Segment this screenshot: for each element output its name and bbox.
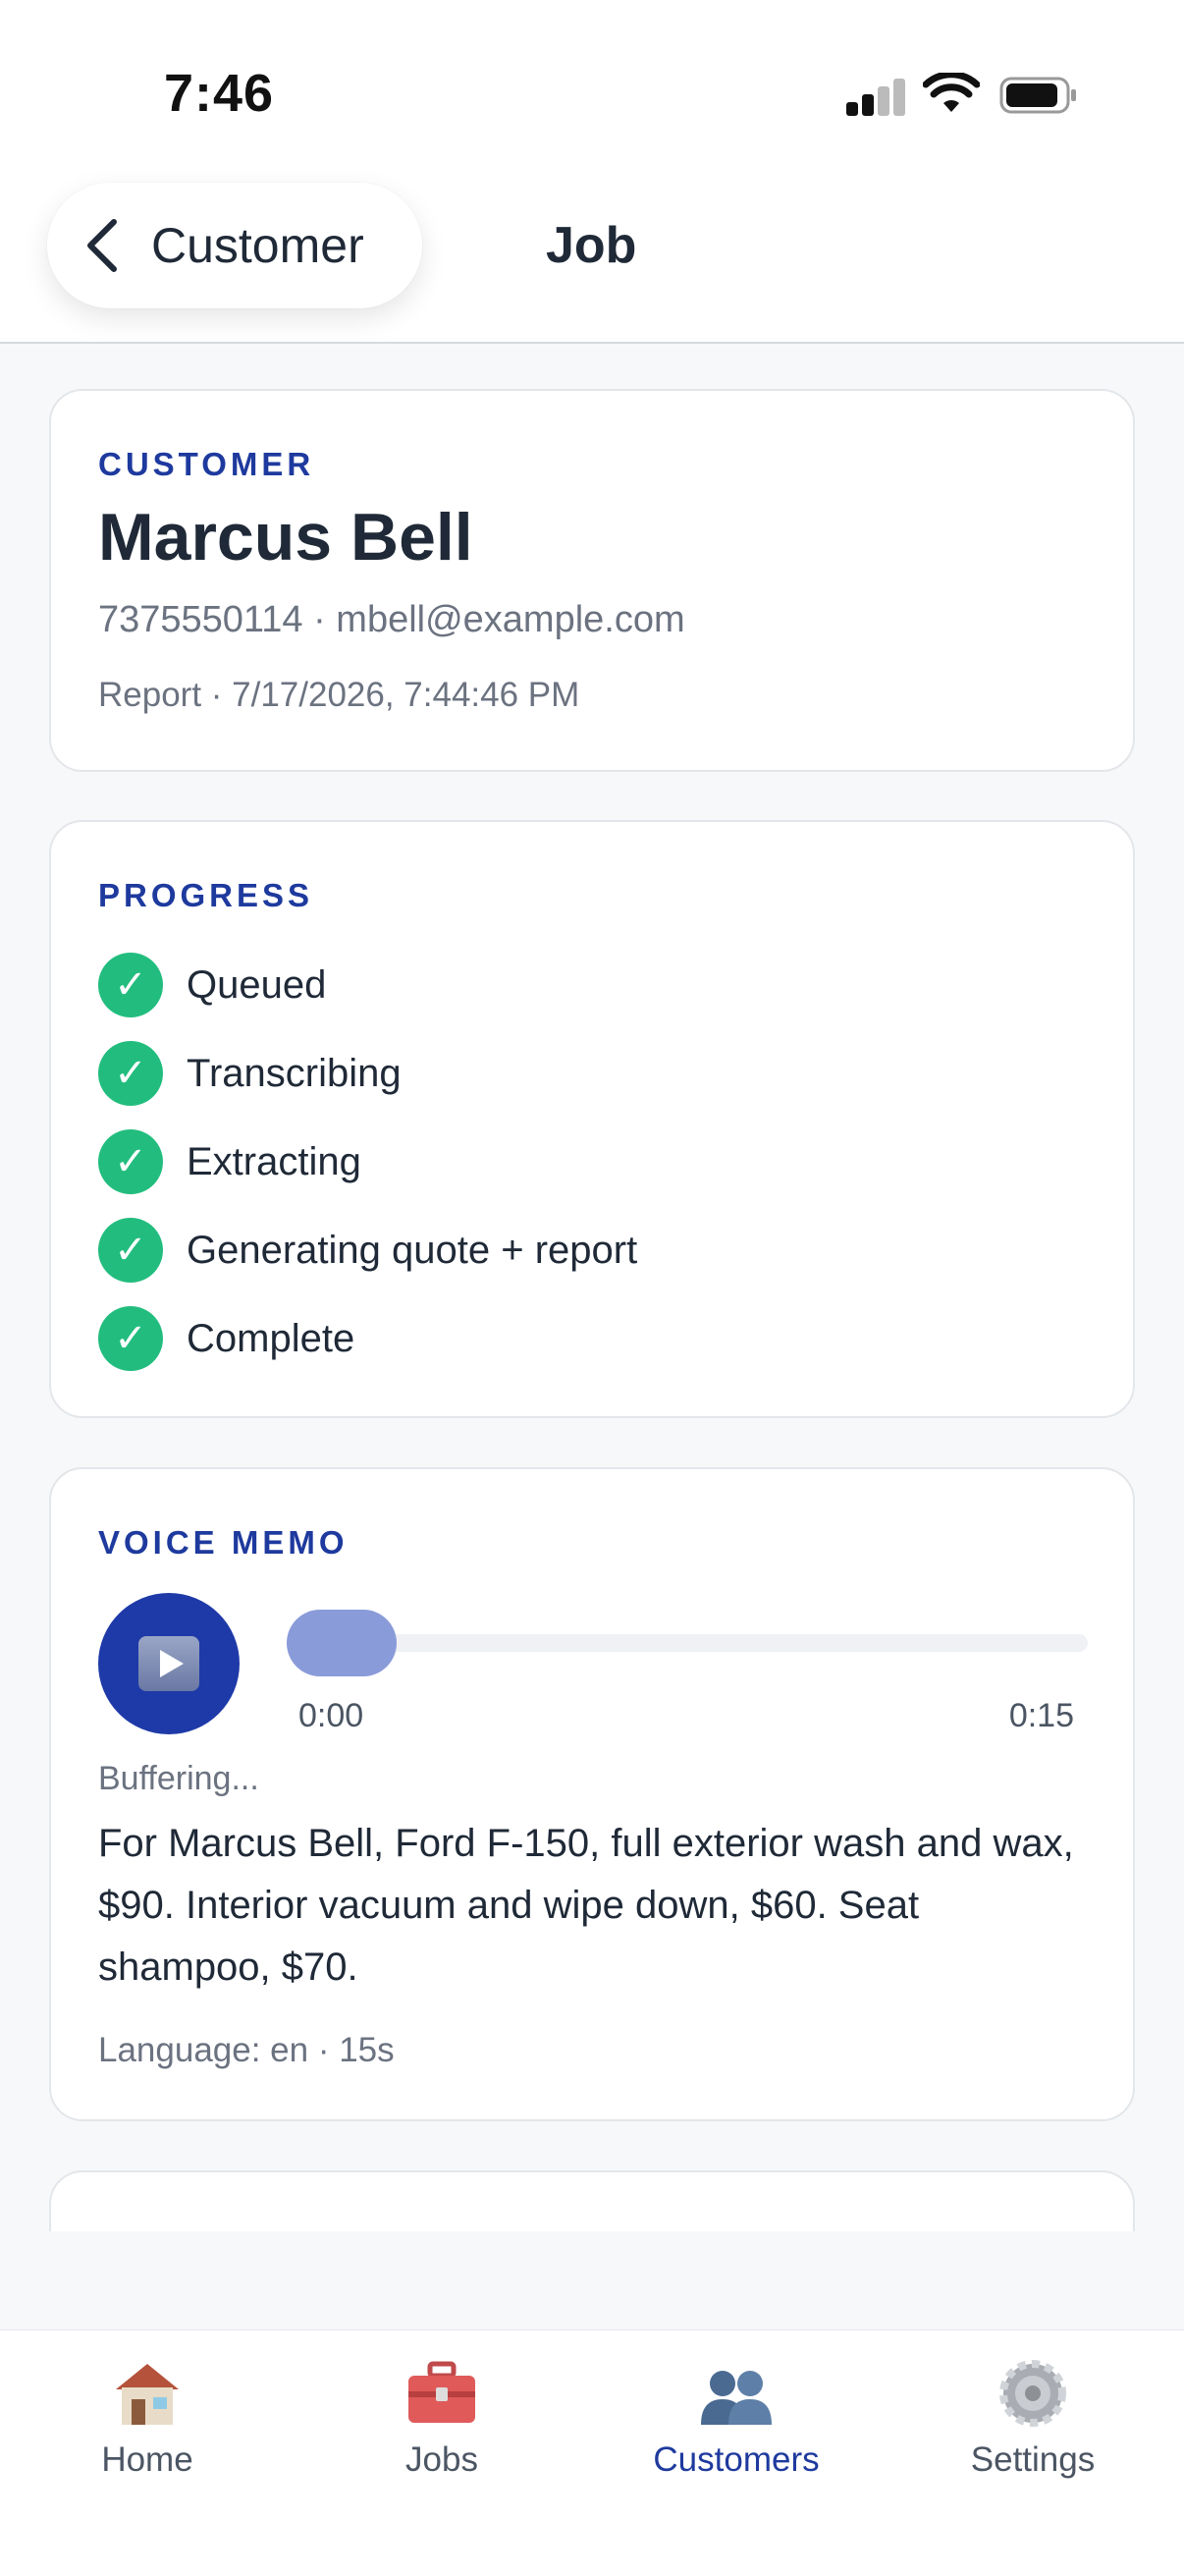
progress-section-label: PROGRESS <box>98 877 314 913</box>
playback-duration: 0:15 <box>1008 1697 1074 1734</box>
tab-settings[interactable]: Settings <box>935 2356 1131 2480</box>
tab-settings-label: Settings <box>970 2440 1096 2479</box>
progress-step-label: Queued <box>187 962 327 1007</box>
battery-icon <box>999 77 1076 114</box>
progress-step-label: Transcribing <box>187 1051 402 1095</box>
check-icon: ✓ <box>98 1129 163 1194</box>
back-button-label: Customer <box>151 218 364 273</box>
check-icon: ✓ <box>98 1306 163 1371</box>
customer-name: Marcus Bell <box>98 500 473 575</box>
check-icon: ✓ <box>98 953 163 1017</box>
tab-home-label: Home <box>101 2440 193 2479</box>
progress-card: PROGRESS ✓ Queued ✓ Transcribing ✓ Extra… <box>49 820 1135 1418</box>
progress-step-label: Extracting <box>187 1139 361 1183</box>
check-icon: ✓ <box>98 1218 163 1283</box>
progress-step: ✓ Queued <box>98 953 326 1017</box>
progress-step: ✓ Extracting <box>98 1129 361 1194</box>
playback-status: Buffering... <box>98 1760 259 1797</box>
progress-step-label: Complete <box>187 1316 355 1360</box>
back-button[interactable]: Customer <box>47 183 422 308</box>
people-icon <box>697 2356 776 2429</box>
gear-icon <box>994 2356 1072 2429</box>
playback-slider-track[interactable] <box>287 1634 1088 1652</box>
memo-metadata: Language: en · 15s <box>98 2031 395 2069</box>
voice-memo-section-label: VOICE MEMO <box>98 1524 349 1561</box>
progress-step-label: Generating quote + report <box>187 1228 638 1272</box>
tab-jobs[interactable]: Jobs <box>344 2356 540 2480</box>
playback-slider-thumb[interactable] <box>287 1610 397 1676</box>
home-icon <box>108 2356 187 2429</box>
tab-home[interactable]: Home <box>49 2356 245 2480</box>
customer-card: CUSTOMER Marcus Bell 7375550114 · mbell@… <box>49 389 1135 772</box>
check-icon: ✓ <box>98 1041 163 1106</box>
progress-step: ✓ Generating quote + report <box>98 1218 637 1283</box>
toolbox-icon <box>403 2356 481 2429</box>
transcript-text: For Marcus Bell, Ford F-150, full exteri… <box>98 1822 1074 1989</box>
cellular-signal-icon <box>846 79 907 116</box>
customer-contact: 7375550114 · mbell@example.com <box>98 599 685 640</box>
page-title: Job <box>546 217 637 274</box>
tab-jobs-label: Jobs <box>405 2440 478 2479</box>
tab-customers[interactable]: Customers <box>638 2356 834 2480</box>
customer-section-label: CUSTOMER <box>98 446 315 482</box>
tab-customers-label: Customers <box>653 2440 820 2479</box>
tab-bar: Home Jobs Customers Settings <box>0 2329 1184 2576</box>
voice-memo-card: VOICE MEMO 0:00 0:15 Buffering... For Ma… <box>49 1467 1135 2121</box>
play-icon <box>138 1636 199 1691</box>
play-button[interactable] <box>98 1593 240 1734</box>
progress-step: ✓ Complete <box>98 1306 354 1371</box>
wifi-icon <box>923 73 980 112</box>
navigation-bar: Customer Job <box>0 147 1184 344</box>
scroll-mask <box>0 2231 1184 2329</box>
status-time: 7:46 <box>164 64 275 123</box>
chevron-left-icon <box>87 219 117 272</box>
playback-current-time: 0:00 <box>298 1697 364 1734</box>
report-timestamp: Report · 7/17/2026, 7:44:46 PM <box>98 676 580 714</box>
progress-step: ✓ Transcribing <box>98 1041 402 1106</box>
